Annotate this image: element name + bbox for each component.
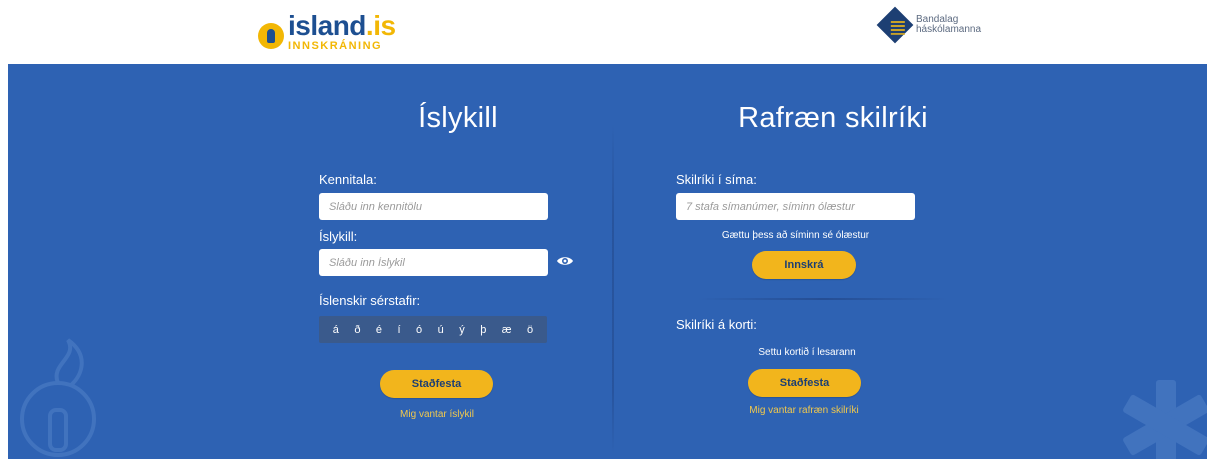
missing-rafraen-link[interactable]: Mig vantar rafræn skilríki <box>724 405 884 416</box>
char-key[interactable]: á <box>333 324 339 336</box>
char-key[interactable]: í <box>398 324 401 336</box>
key-icon <box>258 23 284 49</box>
islykill-input[interactable] <box>319 249 548 276</box>
diamond-logo-icon <box>876 6 914 44</box>
special-chars-bar: á ð é í ó ú ý þ æ ö <box>319 316 547 343</box>
char-key[interactable]: ú <box>438 324 444 336</box>
phone-input[interactable] <box>676 193 915 220</box>
logo-brand: island.is <box>288 10 396 41</box>
card-label: Skilríki á korti: <box>676 317 757 332</box>
kennitala-label: Kennitala: <box>319 172 377 187</box>
decorative-asterisk-icon <box>1123 380 1207 459</box>
rafraen-title: Rafræn skilríki <box>738 102 928 134</box>
char-key[interactable]: é <box>376 324 382 336</box>
phone-label: Skilríki í síma: <box>676 172 757 187</box>
decorative-key-icon <box>20 338 96 457</box>
special-chars-label: Íslenskir sérstafir: <box>319 293 421 308</box>
char-key[interactable]: ý <box>459 324 465 336</box>
char-key[interactable]: ð <box>354 324 360 336</box>
header: island.is INNSKRÁNING Bandalag háskólama… <box>0 0 1215 64</box>
kennitala-input[interactable] <box>319 193 548 220</box>
logo-subtitle: INNSKRÁNING <box>288 40 383 52</box>
login-panel: Íslykill Kennitala: Íslykill: Íslenskir … <box>8 64 1207 459</box>
islykill-label: Íslykill: <box>319 229 358 244</box>
char-key[interactable]: æ <box>502 324 512 336</box>
partner-name-line2: háskólamanna <box>916 24 982 35</box>
partner-logo[interactable]: Bandalag háskólamanna <box>876 6 982 44</box>
missing-islykill-link[interactable]: Mig vantar íslykil <box>376 409 498 420</box>
card-note: Settu kortið í lesarann <box>758 347 856 358</box>
char-key[interactable]: ö <box>527 324 533 336</box>
phone-login-button[interactable]: Innskrá <box>752 251 856 279</box>
section-divider <box>698 298 948 300</box>
eye-icon[interactable] <box>556 255 574 267</box>
char-key[interactable]: ó <box>416 324 422 336</box>
card-submit-button[interactable]: Staðfesta <box>748 369 861 397</box>
islykill-submit-button[interactable]: Staðfesta <box>380 370 493 398</box>
islykill-title: Íslykill <box>418 102 498 134</box>
island-is-logo[interactable]: island.is INNSKRÁNING <box>258 12 396 52</box>
char-key[interactable]: þ <box>480 324 486 336</box>
phone-note: Gættu þess að síminn sé ólæstur <box>721 230 870 241</box>
column-divider <box>612 124 614 454</box>
